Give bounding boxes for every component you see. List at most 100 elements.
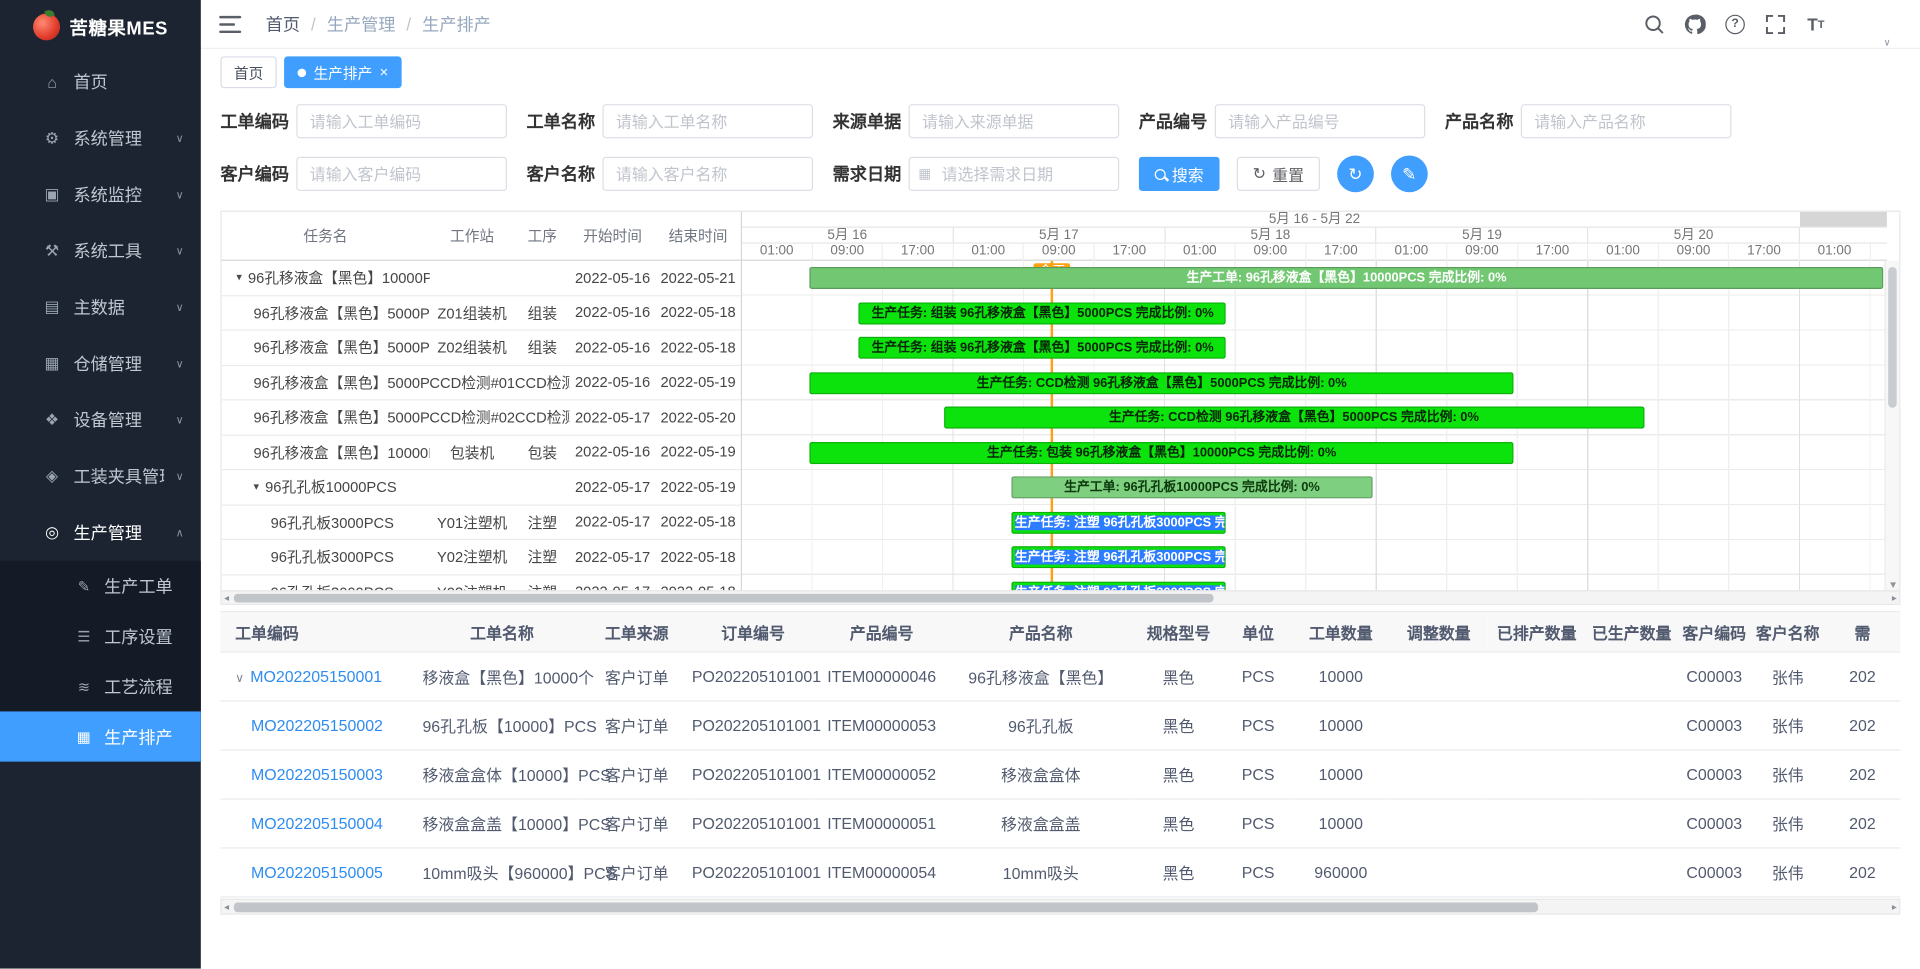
scrollbar-thumb[interactable] — [1888, 267, 1897, 408]
gantt-grid-row[interactable]: 96孔孔板3000PCSY02注塑机注塑2022-05-172022-05-18 — [222, 540, 741, 575]
timeline-day-cell — [1800, 228, 1887, 243]
sidebar-item-equipment[interactable]: ❖设备管理∨ — [0, 392, 201, 448]
chevron-down-icon: ∨ — [176, 301, 184, 314]
sidebar-item-warehouse[interactable]: ▦仓储管理∨ — [0, 336, 201, 392]
search-button[interactable]: 搜索 — [1139, 157, 1220, 191]
customer-name-input[interactable] — [602, 157, 813, 191]
scroll-left-arrow[interactable]: ◂ — [224, 900, 229, 913]
gantt-task-bar[interactable]: 生产任务: CCD检测 96孔移液盒【黑色】5000PCS 完成比例: 0% — [944, 407, 1645, 429]
orders-horizontal-scrollbar[interactable]: ◂ ▸ — [220, 899, 1900, 915]
sidebar-item-home[interactable]: ⌂首页 — [0, 54, 201, 110]
timeline-hour-cell: 09:00 — [1659, 244, 1730, 261]
sidebar-item-scheduling[interactable]: ▦生产排产 — [0, 711, 201, 761]
row-expand-caret[interactable]: ▾ — [253, 480, 259, 493]
gantt-grid-column-header: 开始时间 — [570, 225, 656, 246]
gantt-task-bar[interactable]: 生产任务: CCD检测 96孔移液盒【黑色】5000PCS 完成比例: 0% — [810, 372, 1514, 394]
gantt-grid-row[interactable]: 96孔移液盒【黑色】5000PCSCCD检测#01CCD检测2022-05-16… — [222, 366, 741, 401]
sidebar-item-system-admin[interactable]: ⚙系统管理∨ — [0, 110, 201, 166]
fullscreen-icon[interactable] — [1763, 12, 1787, 36]
row-expand-caret[interactable]: ▾ — [236, 271, 242, 284]
scroll-right-arrow[interactable]: ▸ — [1892, 591, 1897, 604]
sidebar-item-production[interactable]: ◎生产管理∧ — [0, 504, 201, 560]
breadcrumb: 首页/生产管理/生产排产 — [266, 12, 491, 36]
gantt-vertical-scrollbar[interactable]: ▼ — [1884, 261, 1899, 590]
work-order-name-input[interactable] — [602, 104, 813, 138]
breadcrumb-item[interactable]: 生产排产 — [422, 12, 491, 36]
orders-row[interactable]: MO20220515000510mm吸头【960000】PCS客户订单PO202… — [220, 848, 1900, 897]
gantt-project-bar[interactable]: 生产工单: 96孔孔板10000PCS 完成比例: 0% — [1011, 476, 1373, 498]
gantt-grid-row[interactable]: ▾96孔孔板10000PCS2022-05-172022-05-19 — [222, 470, 741, 505]
search-icon[interactable] — [1642, 12, 1666, 36]
orders-row[interactable]: MO202205150003移液盒盒体【10000】PCS客户订单PO20220… — [220, 750, 1900, 799]
source-doc-input[interactable] — [909, 104, 1120, 138]
gantt-grid-cell: 2022-05-18 — [655, 548, 740, 565]
orders-row[interactable]: ∨MO202205150001移液盒【黑色】10000个客户订单PO202205… — [220, 652, 1900, 701]
gantt-bar-label: 生产任务: 注塑 96孔孔板3000PCS 完成比例: 0% — [1015, 550, 1225, 565]
filter-label: 需求日期 — [833, 162, 902, 186]
demand-date-input[interactable] — [909, 157, 1120, 191]
orders-cell: PO202205101001 — [692, 799, 814, 848]
sidebar-item-work-order[interactable]: ✎生产工单 — [0, 561, 201, 611]
gantt-project-bar[interactable]: 生产工单: 96孔移液盒【黑色】10000PCS 完成比例: 0% — [810, 267, 1884, 289]
orders-cell: PO202205101001 — [692, 848, 814, 897]
breadcrumb-item[interactable]: 生产管理 — [327, 12, 396, 36]
order-code-link[interactable]: MO202205150001 — [250, 667, 382, 685]
orders-body: ∨MO202205150001移液盒【黑色】10000个客户订单PO202205… — [220, 652, 1900, 897]
sidebar-item-fixture[interactable]: ◈工装夹具管理∨ — [0, 448, 201, 504]
sidebar-item-system-tools[interactable]: ⚒系统工具∨ — [0, 223, 201, 279]
gantt-grid-row[interactable]: 96孔移液盒【黑色】5000PCSCCD检测#02CCD检测2022-05-17… — [222, 400, 741, 435]
gantt-task-bar[interactable]: 生产任务: 组装 96孔移液盒【黑色】5000PCS 完成比例: 0% — [859, 302, 1226, 324]
orders-row[interactable]: MO202205150004移液盒盒盖【10000】PCS客户订单PO20220… — [220, 799, 1900, 848]
github-icon[interactable] — [1682, 12, 1706, 36]
gantt-grid-row[interactable]: ▾96孔移液盒【黑色】10000PCS2022-05-162022-05-21 — [222, 261, 741, 296]
scroll-down-arrow[interactable]: ▼ — [1886, 579, 1901, 590]
gantt-grid-row[interactable]: 96孔移液盒【黑色】5000PCSZ02组装机组装2022-05-162022-… — [222, 331, 741, 366]
tab-生产排产[interactable]: 生产排产× — [284, 56, 402, 88]
gantt-grid-row[interactable]: 96孔移液盒【黑色】10000PCS包装机包装2022-05-162022-05… — [222, 435, 741, 470]
orders-row[interactable]: MO20220515000296孔孔板【10000】PCS客户订单PO20220… — [220, 701, 1900, 750]
gantt-task-bar[interactable]: 生产任务: 组装 96孔移液盒【黑色】5000PCS 完成比例: 0% — [859, 337, 1226, 359]
scroll-left-arrow[interactable]: ◂ — [224, 591, 229, 604]
scroll-right-arrow[interactable]: ▸ — [1892, 900, 1897, 913]
orders-cell — [1488, 750, 1586, 799]
scrollbar-thumb[interactable] — [234, 594, 1214, 603]
order-code-link[interactable]: MO202205150002 — [251, 716, 383, 734]
work-order-code-input[interactable] — [296, 104, 507, 138]
help-icon[interactable]: ? — [1723, 12, 1747, 36]
refresh-button[interactable]: ↻ — [1337, 156, 1374, 193]
sidebar-item-system-monitor[interactable]: ▣系统监控∨ — [0, 167, 201, 223]
gantt-task-bar[interactable]: 生产任务: 注塑 96孔孔板3000PCS 完成比例: 0% — [1011, 511, 1225, 533]
tab-label: 首页 — [234, 62, 263, 83]
row-expand-caret[interactable]: ∨ — [235, 672, 244, 685]
sidebar-item-master-data[interactable]: ▤主数据∨ — [0, 279, 201, 335]
timeline-day-cell: 5月 17 — [954, 228, 1166, 243]
breadcrumb-item[interactable]: 首页 — [266, 12, 300, 36]
order-code-link[interactable]: MO202205150003 — [251, 765, 383, 783]
product-code-input[interactable] — [1215, 104, 1426, 138]
reset-button[interactable]: ↻ 重置 — [1237, 157, 1320, 191]
gantt-task-bar[interactable]: 生产任务: 注塑 96孔孔板3000PCS 完成比例: 0% — [1011, 546, 1225, 568]
font-size-icon[interactable]: TT — [1804, 12, 1828, 36]
product-name-input[interactable] — [1521, 104, 1732, 138]
submenu-production: ✎生产工单☰工序设置≋工艺流程▦生产排产 — [0, 561, 201, 762]
tab-首页[interactable]: 首页 — [220, 56, 276, 88]
order-code-link[interactable]: MO202205150004 — [251, 814, 383, 832]
sidebar-toggle-icon[interactable] — [219, 15, 241, 32]
sidebar-item-process-setting[interactable]: ☰工序设置 — [0, 611, 201, 661]
customer-code-input[interactable] — [296, 157, 507, 191]
gantt-grid-row[interactable]: 96孔移液盒【黑色】5000PCSZ01组装机组装2022-05-162022-… — [222, 296, 741, 331]
orders-cell: ITEM00000046 — [814, 652, 949, 701]
gantt-grid-row[interactable]: 96孔孔板3000PCSY03注塑机注塑2022-05-172022-05-18 — [222, 575, 741, 592]
sidebar-item-process-flow[interactable]: ≋工艺流程 — [0, 661, 201, 711]
filter-field-customer-name: 客户名称 — [527, 157, 814, 191]
scrollbar-thumb[interactable] — [234, 902, 1538, 912]
edit-button[interactable]: ✎ — [1391, 156, 1428, 193]
gantt-grid-row[interactable]: 96孔孔板3000PCSY01注塑机注塑2022-05-172022-05-18 — [222, 505, 741, 540]
calendar-icon: ▦ — [918, 166, 931, 182]
gantt-task-name: 96孔移液盒【黑色】5000PCS — [253, 337, 429, 358]
order-code-link[interactable]: MO202205150005 — [251, 863, 383, 881]
gantt-horizontal-scrollbar[interactable]: ◂ ▸ — [222, 590, 1900, 603]
tab-close-icon[interactable]: × — [380, 65, 389, 80]
orders-cell: 10mm吸头【960000】PCS — [422, 848, 581, 897]
gantt-task-bar[interactable]: 生产任务: 包装 96孔移液盒【黑色】10000PCS 完成比例: 0% — [810, 441, 1514, 463]
